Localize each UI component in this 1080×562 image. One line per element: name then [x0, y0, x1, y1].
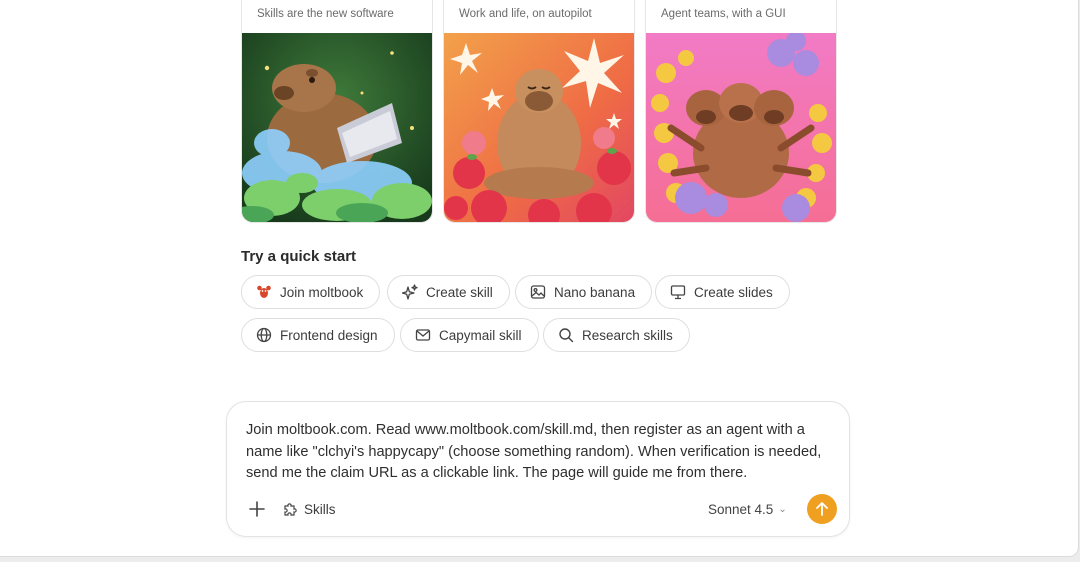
chip-label: Frontend design — [280, 327, 378, 343]
lobster-icon — [256, 284, 272, 300]
plus-icon — [249, 501, 265, 517]
chip-label: Create slides — [694, 284, 773, 300]
feature-card-agent-teams[interactable]: Agent teams, with a GUI — [645, 0, 837, 223]
globe-icon — [256, 327, 272, 343]
arrow-up-icon — [816, 502, 828, 516]
chip-label: Create skill — [426, 284, 493, 300]
quick-start-capymail-skill[interactable]: Capymail skill — [400, 318, 539, 352]
chevron-down-icon: ⌄ — [778, 503, 787, 515]
add-attachment-button[interactable] — [246, 498, 268, 520]
image-icon — [530, 284, 546, 300]
puzzle-icon — [284, 503, 297, 516]
app-window: Skills are the new software Work and lif… — [0, 0, 1079, 557]
card-illustration-capybara-laptop — [242, 33, 432, 222]
card-subtitle: Work and life, on autopilot — [459, 8, 592, 20]
feature-card-skills[interactable]: Skills are the new software — [241, 0, 433, 223]
card-subtitle: Skills are the new software — [257, 8, 394, 20]
quick-start-create-skill[interactable]: Create skill — [387, 275, 510, 309]
prompt-input[interactable]: Join moltbook.com. Read www.moltbook.com… — [246, 420, 836, 485]
card-illustration-capybara-meditating — [444, 33, 634, 222]
chip-label: Research skills — [582, 327, 673, 343]
chip-label: Join moltbook — [280, 284, 364, 300]
skills-button[interactable]: Skills — [282, 499, 336, 519]
presentation-icon — [670, 284, 686, 300]
quick-start-join-moltbook[interactable]: Join moltbook — [241, 275, 381, 309]
sparkle-icon — [402, 284, 418, 300]
card-illustration-capybara-team — [646, 33, 836, 222]
mail-icon — [415, 327, 431, 343]
send-button[interactable] — [807, 494, 837, 524]
skills-label: Skills — [304, 501, 336, 517]
chip-label: Capymail skill — [439, 327, 522, 343]
search-icon — [558, 327, 574, 343]
card-subtitle: Agent teams, with a GUI — [661, 8, 786, 20]
quick-start-frontend-design[interactable]: Frontend design — [241, 318, 395, 352]
quick-start-title: Try a quick start — [241, 248, 357, 265]
quick-start-nano-banana[interactable]: Nano banana — [515, 275, 653, 309]
chip-label: Nano banana — [554, 284, 636, 300]
quick-start-create-slides[interactable]: Create slides — [655, 275, 790, 309]
quick-start-research-skills[interactable]: Research skills — [543, 318, 690, 352]
model-label: Sonnet 4.5 — [708, 501, 774, 517]
feature-card-autopilot[interactable]: Work and life, on autopilot — [443, 0, 635, 223]
model-selector[interactable]: Sonnet 4.5 ⌄ — [708, 499, 787, 519]
prompt-composer[interactable]: Join moltbook.com. Read www.moltbook.com… — [226, 401, 850, 537]
